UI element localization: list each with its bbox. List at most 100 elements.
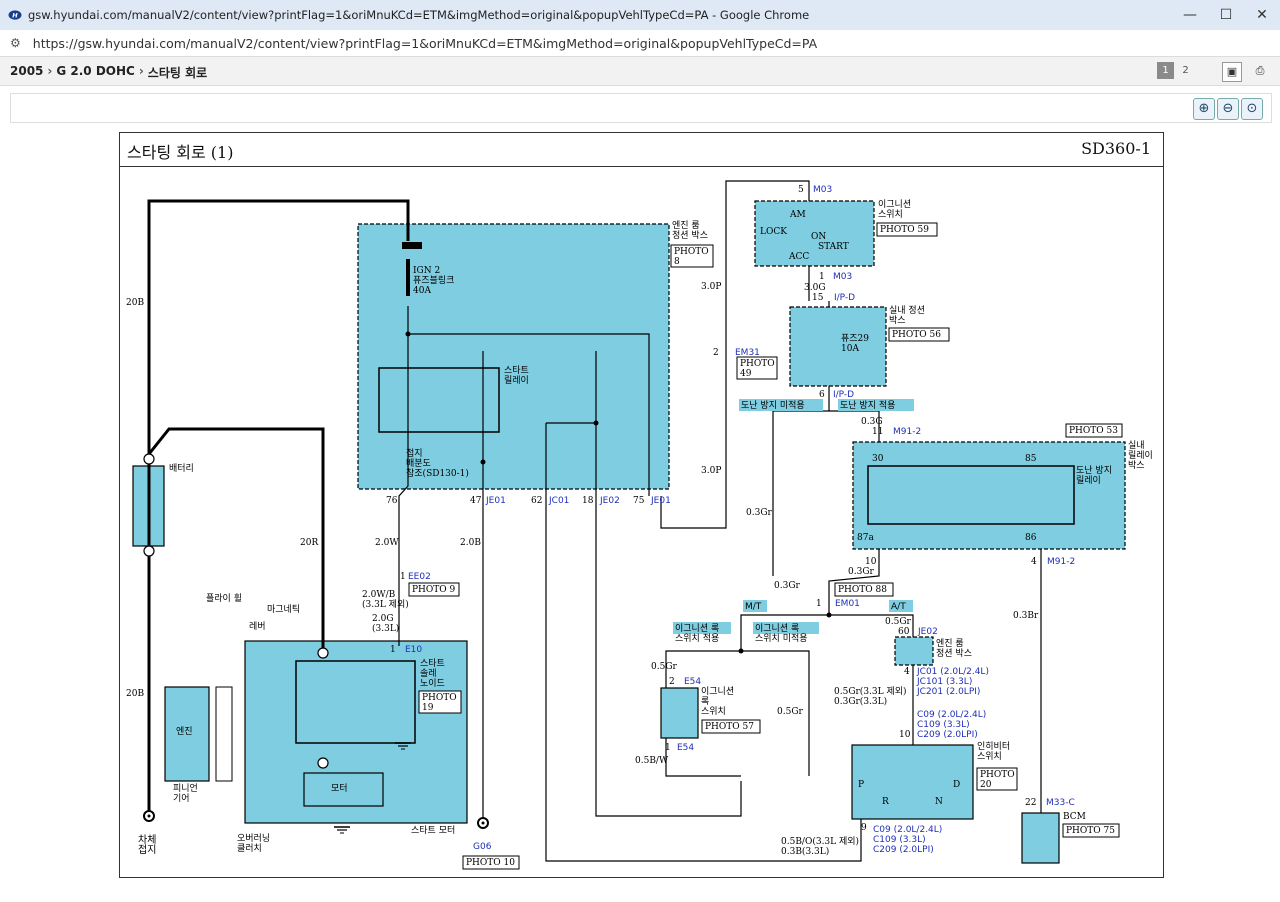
- url-text[interactable]: https://gsw.hyundai.com/manualV2/content…: [33, 36, 817, 51]
- label-p30: 30: [872, 454, 884, 464]
- label-line: 도난 방지 미적용: [741, 399, 805, 411]
- label-photo9: PHOTO 9: [412, 585, 456, 595]
- label-line: 스타트: [420, 658, 445, 669]
- label-m912a: M91-2: [893, 427, 921, 437]
- label-start_relay: 스타트 릴레이: [504, 365, 529, 386]
- label-c09b: C09 (2.0L/2.4L) C109 (3.3L) C209 (2.0LPI): [873, 825, 942, 855]
- label-line: JE02: [917, 627, 938, 637]
- interior-relay-box: [852, 441, 1126, 550]
- label-line: 2: [713, 348, 719, 358]
- label-line: 62: [531, 496, 542, 506]
- label-em01: EM01: [835, 599, 860, 609]
- ground-ring-symbol: [147, 814, 151, 818]
- terminal-circle: [317, 647, 329, 659]
- label-line: EM01: [835, 599, 860, 609]
- label-line: JE01: [650, 496, 671, 506]
- chevron-right-icon: ›: [47, 64, 53, 78]
- label-line: 0.3Gr: [746, 508, 773, 518]
- label-line: C209 (2.0LPI): [917, 730, 978, 740]
- label-line: 0.3B(3.3L): [781, 846, 829, 857]
- label-je01a: JE01: [485, 496, 506, 506]
- label-line: C09 (2.0L/2.4L): [873, 825, 942, 835]
- label-line: 11: [872, 427, 883, 437]
- fit-page-icon[interactable]: ▣: [1222, 62, 1242, 82]
- label-m03a: M03: [813, 185, 832, 195]
- label-line: 85: [1025, 454, 1037, 464]
- minimize-button[interactable]: —: [1172, 7, 1208, 23]
- label-line: 릴레이: [504, 375, 529, 386]
- breadcrumb: 2005 › G 2.0 DOHC › 스타팅 회로: [10, 64, 207, 81]
- label-line: 2.0W: [375, 538, 399, 548]
- breadcrumb-item[interactable]: 스타팅 회로: [148, 64, 207, 81]
- label-pin1e: 1: [665, 743, 671, 753]
- label-line: 이그니션: [878, 199, 911, 210]
- label-p18: 18: [582, 496, 594, 506]
- label-line: 엔진 룸: [672, 220, 700, 231]
- maximize-button[interactable]: ☐: [1208, 7, 1244, 23]
- label-line: JC201 (2.0LPI): [916, 687, 980, 697]
- label-line: 정션 박스: [936, 648, 972, 659]
- label-w03gr1: 0.3Gr: [746, 508, 773, 518]
- wiring-diagram: 스타팅 회로 (1) SD360-1 엔진 룸 정션 박스 PHOTO 8 IGN 2퓨…: [119, 132, 1164, 878]
- label-photo75: PHOTO 75: [1066, 826, 1115, 836]
- site-settings-icon[interactable]: ⚙: [10, 36, 21, 50]
- schematic-svg: 엔진 룸 정션 박스PHOTO 8IGN 2 퓨즈블링크 40A스타트 릴레이접지 배분도 참…: [126, 180, 1153, 870]
- label-je02b: JE02: [917, 627, 938, 637]
- label-line: 도난 방지: [1076, 465, 1112, 476]
- label-lock: LOCK: [760, 227, 787, 237]
- breadcrumb-item[interactable]: 2005: [10, 64, 43, 81]
- label-line: I/P-D: [833, 390, 854, 400]
- zoom-out-icon[interactable]: ⊖: [1217, 98, 1239, 120]
- label-line: 2.0W/B: [362, 590, 396, 600]
- label-start: START: [818, 242, 849, 252]
- label-ign_switch: 이그니션 스위치: [878, 199, 911, 220]
- label-anti_not: 도난 방지 미적용: [741, 399, 805, 411]
- label-line: 1: [665, 743, 671, 753]
- label-line: EE02: [408, 572, 431, 582]
- label-line: 20B: [126, 689, 144, 699]
- label-line: A/T: [891, 602, 906, 612]
- label-e54b: E54: [677, 743, 694, 753]
- junction-dot: [480, 459, 486, 465]
- label-line: 0.5Gr: [777, 707, 804, 717]
- address-bar[interactable]: ⚙ https://gsw.hyundai.com/manualV2/conte…: [0, 30, 1280, 57]
- label-line: PHOTO: [674, 247, 709, 257]
- label-line: 배터리: [169, 463, 194, 474]
- label-D: D: [953, 780, 960, 790]
- label-line: PHOTO 9: [412, 585, 456, 595]
- label-line: JC101 (3.3L): [916, 677, 972, 687]
- close-button[interactable]: ✕: [1244, 7, 1280, 23]
- terminal-circle: [143, 453, 155, 465]
- zoom-in-icon[interactable]: ⊕: [1193, 98, 1215, 120]
- label-pin2b: 2: [669, 677, 675, 687]
- label-line: D: [953, 780, 960, 790]
- label-line: 4: [904, 667, 910, 677]
- label-line: PHOTO 53: [1069, 426, 1118, 436]
- label-w20b2: 20B: [126, 689, 144, 699]
- label-line: 스타트: [504, 365, 529, 376]
- flywheel-gear: [215, 686, 233, 782]
- svg-text:H: H: [12, 11, 18, 19]
- label-p76: 76: [386, 496, 398, 506]
- label-line: 인히비터: [977, 741, 1010, 752]
- label-at: A/T: [891, 602, 906, 612]
- label-line: E54: [677, 743, 694, 753]
- label-line: 배분도: [406, 458, 431, 469]
- label-e54a: E54: [684, 677, 701, 687]
- junction-dot: [593, 420, 599, 426]
- label-line: JC01: [548, 496, 569, 506]
- label-line: M33-C: [1046, 798, 1075, 808]
- label-line: 2.0B: [460, 538, 481, 548]
- label-line: C09 (2.0L/2.4L): [917, 710, 986, 720]
- page-button-2[interactable]: 2: [1177, 62, 1194, 79]
- label-line: 이그니션 록: [755, 623, 799, 634]
- label-line: 5: [798, 185, 804, 195]
- page-button-1[interactable]: 1: [1157, 62, 1174, 79]
- label-line: START: [818, 242, 849, 252]
- label-line: M03: [833, 272, 852, 282]
- zoom-reset-icon[interactable]: ⊙: [1241, 98, 1263, 120]
- breadcrumb-item[interactable]: G 2.0 DOHC: [56, 64, 134, 81]
- label-w03br: 0.3Br: [1013, 611, 1039, 621]
- print-icon[interactable]: ⎙: [1251, 62, 1269, 80]
- label-line: IGN 2: [413, 266, 440, 276]
